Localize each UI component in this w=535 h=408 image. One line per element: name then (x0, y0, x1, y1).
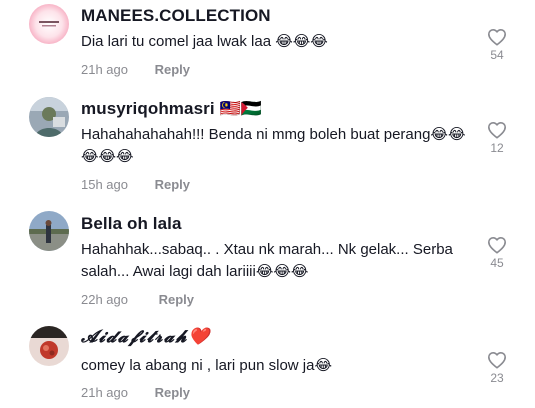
reply-button[interactable]: Reply (155, 385, 190, 400)
comment-meta: 21h ago Reply (81, 385, 190, 400)
avatar[interactable] (29, 97, 69, 137)
comment-text: Hahahahahahah!!! Benda ni mmg boleh buat… (81, 126, 466, 165)
comment-meta: 15h ago Reply (81, 177, 190, 192)
heart-icon (488, 121, 506, 139)
heart-icon (488, 28, 506, 46)
avatar[interactable] (29, 211, 69, 251)
like-button[interactable]: 12 (484, 121, 510, 155)
comment-timestamp: 21h ago (81, 385, 128, 400)
like-count: 45 (490, 256, 504, 270)
like-button[interactable]: 45 (484, 236, 510, 270)
like-button[interactable]: 23 (484, 351, 510, 385)
like-count: 12 (490, 141, 504, 155)
avatar[interactable] (29, 326, 69, 366)
brand-logo-icon (29, 4, 69, 44)
like-button[interactable]: 54 (484, 28, 510, 62)
avatar[interactable] (29, 4, 69, 44)
comment-timestamp: 15h ago (81, 177, 128, 192)
reply-button[interactable]: Reply (159, 292, 194, 307)
profile-photo-icon (29, 211, 69, 251)
comment-username[interactable]: musyriqohmasri 🇲🇾🇵🇸 (81, 99, 262, 119)
heart-icon (488, 236, 506, 254)
comment-text: Dia lari tu comel jaa lwak laa 😂😂😂 (81, 33, 328, 50)
reply-button[interactable]: Reply (155, 62, 190, 77)
comment-username[interactable]: Bella oh lala (81, 214, 182, 234)
comment-timestamp: 21h ago (81, 62, 128, 77)
comment-meta: 21h ago Reply (81, 62, 190, 77)
comment-username[interactable]: 𝓐𝓲𝓭𝓪𝓯𝓲𝓽𝓻𝓪𝓱❤️ (81, 327, 211, 347)
like-count: 54 (490, 48, 504, 62)
comment-text: comey la abang ni , lari pun slow ja😂 (81, 357, 332, 374)
profile-photo-icon (29, 326, 69, 366)
profile-photo-icon (29, 97, 69, 137)
comment-username[interactable]: MANEES.COLLECTION (81, 6, 271, 26)
reply-button[interactable]: Reply (155, 177, 190, 192)
comment-meta: 22h ago Reply (81, 292, 194, 307)
comment-timestamp: 22h ago (81, 292, 128, 307)
like-count: 23 (490, 371, 504, 385)
heart-icon (488, 351, 506, 369)
comment-text: Hahahhak...sabaq.. . Xtau nk marah... Nk… (81, 241, 453, 280)
